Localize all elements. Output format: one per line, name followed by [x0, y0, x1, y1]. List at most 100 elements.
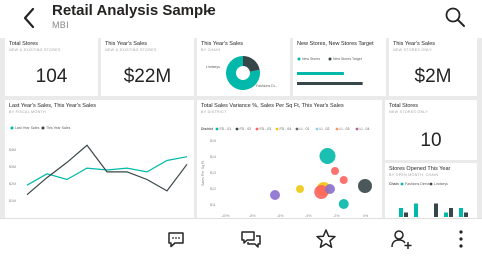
workspace-name: MBI — [52, 20, 69, 30]
bottom-toolbar — [0, 218, 482, 258]
y-tick: $12 — [210, 187, 216, 191]
legend-fashions: Fashions Direct — [405, 182, 429, 186]
legend-dot — [355, 127, 359, 131]
dashboard-canvas[interactable]: Total Stores NEW & EXISTING STORES 104 T… — [0, 38, 482, 218]
y-tick: $15 — [210, 139, 216, 143]
add-person-icon[interactable] — [389, 227, 413, 251]
tile-last-year-sales[interactable]: Last Year's Sales, This Year's Sales BY … — [5, 100, 194, 218]
legend-dot — [315, 127, 319, 131]
legend-dot — [255, 127, 259, 131]
back-arrow-icon[interactable] — [16, 4, 44, 32]
tile-this-year-sales-new[interactable]: This Year's Sales NEW STORES ONLY $2M — [389, 38, 477, 96]
bar-chart: Chain Fashions Direct Lindseys — [389, 182, 468, 217]
star-icon[interactable] — [314, 227, 338, 251]
tile-subtitle: NEW & EXISTING STORES — [105, 48, 157, 52]
bar — [444, 212, 448, 217]
tile-total-stores[interactable]: Total Stores NEW & EXISTING STORES 104 — [5, 38, 98, 96]
tile-title: This Year's Sales — [393, 41, 436, 47]
tile-subtitle: NEW STORES ONLY — [389, 110, 429, 114]
app-header: Retail Analysis Sample ⌄ MBI — [0, 0, 482, 38]
legend-title: District — [201, 127, 214, 131]
comment-icon[interactable] — [164, 227, 188, 251]
line-chart: Last Year Sales This Year Sales $4M $3M … — [9, 126, 188, 203]
legend-dot — [235, 127, 239, 131]
bar — [404, 212, 408, 217]
scatter-point — [358, 179, 372, 193]
bar — [459, 208, 463, 217]
scatter-point — [339, 176, 348, 184]
legend-title: Chain — [389, 182, 399, 186]
tile-stores-opened[interactable]: Stores Opened This Year BY OPEN MONTH, C… — [385, 163, 477, 218]
target-bar — [297, 82, 363, 85]
legend-new-stores-target: New Stores Target — [333, 57, 362, 61]
tile-sales-by-chain[interactable]: This Year's Sales BY CHAIN Lindseys Fash… — [197, 38, 290, 96]
legend-dot — [275, 127, 279, 131]
legend-item: FD - 02 — [240, 127, 252, 131]
pie-label-fashions: Fashions Di... — [256, 84, 277, 88]
target-bar — [297, 72, 344, 75]
pie-slice — [243, 56, 260, 72]
scatter-point — [319, 148, 336, 164]
bar — [399, 208, 403, 217]
more-vertical-icon[interactable] — [449, 227, 473, 251]
kpi-value: $2M — [414, 66, 452, 87]
scatter-point — [296, 185, 304, 193]
legend-dot-last-year — [10, 126, 14, 130]
bar — [414, 203, 418, 217]
dashboard-title-text: Retail Analysis Sample — [52, 2, 216, 19]
y-tick: $1M — [9, 199, 16, 203]
bar — [464, 212, 468, 217]
tile-title: This Year's Sales — [105, 41, 148, 47]
tile-total-stores-new[interactable]: Total Stores NEW STORES ONLY 10 — [385, 100, 477, 160]
legend-item: LI - 03 — [340, 127, 350, 131]
legend-item: LI - 02 — [320, 127, 330, 131]
legend-item: LI - 01 — [300, 127, 310, 131]
bar — [434, 203, 438, 217]
conversation-icon[interactable] — [239, 227, 263, 251]
tile-subtitle: NEW & EXISTING STORES — [9, 48, 61, 52]
y-tick: $13 — [210, 171, 216, 175]
tile-title: Total Stores — [9, 41, 39, 47]
legend-dot-this-year — [41, 126, 45, 130]
y-tick: $3M — [9, 165, 16, 169]
legend-dot-fashions — [400, 182, 404, 186]
tile-title: Total Stores — [389, 103, 419, 109]
legend-last-year: Last Year Sales — [15, 126, 40, 130]
legend-item: FD - 03 — [260, 127, 272, 131]
legend-dot — [335, 127, 339, 131]
y-tick: $2M — [9, 182, 16, 186]
y-tick: $11 — [210, 203, 216, 207]
tile-new-stores-target[interactable]: New Stores, New Stores Target New Stores… — [293, 38, 386, 96]
y-tick: $4M — [9, 148, 16, 152]
kpi-value: 10 — [420, 130, 442, 151]
search-icon[interactable] — [444, 6, 466, 28]
legend-item: FD - 01 — [220, 127, 232, 131]
legend-dot — [215, 127, 219, 131]
tile-subtitle: NEW STORES ONLY — [393, 48, 433, 52]
legend-item: FD - 04 — [280, 127, 292, 131]
legend-dot-lindseys — [429, 182, 433, 186]
scatter-point — [270, 190, 280, 200]
legend-item: LI - 04 — [360, 127, 370, 131]
pie-chart: Lindseys Fashions Di... — [206, 56, 277, 90]
legend-dot-new-stores-target — [328, 57, 332, 61]
kpi-value: $22M — [123, 66, 172, 87]
legend-dot — [295, 127, 299, 131]
chevron-down-icon[interactable]: ⌄ — [203, 4, 211, 15]
legend-lindseys: Lindseys — [434, 182, 448, 186]
y-tick: $14 — [210, 155, 216, 159]
legend-this-year: This Year Sales — [46, 126, 71, 130]
pie-label-lindseys: Lindseys — [206, 65, 220, 69]
legend-new-stores: New Stores — [302, 57, 320, 61]
bar — [449, 208, 453, 217]
scatter-point — [331, 167, 339, 175]
tile-this-year-sales[interactable]: This Year's Sales NEW & EXISTING STORES … — [101, 38, 194, 96]
scatter-point — [325, 184, 335, 194]
legend-dot-new-stores — [297, 57, 301, 61]
target-chart: New Stores New Stores Target — [297, 57, 363, 85]
scatter-point — [338, 199, 349, 209]
tile-sales-variance[interactable]: Total Sales Variance %, Sales Per Sq Ft,… — [197, 100, 382, 218]
scatter-chart: District FD - 01 FD - 02 FD - 03 FD - 04 LI … — [201, 127, 372, 218]
dashboard-title[interactable]: Retail Analysis Sample ⌄ — [52, 2, 216, 19]
kpi-value: 104 — [35, 66, 68, 87]
